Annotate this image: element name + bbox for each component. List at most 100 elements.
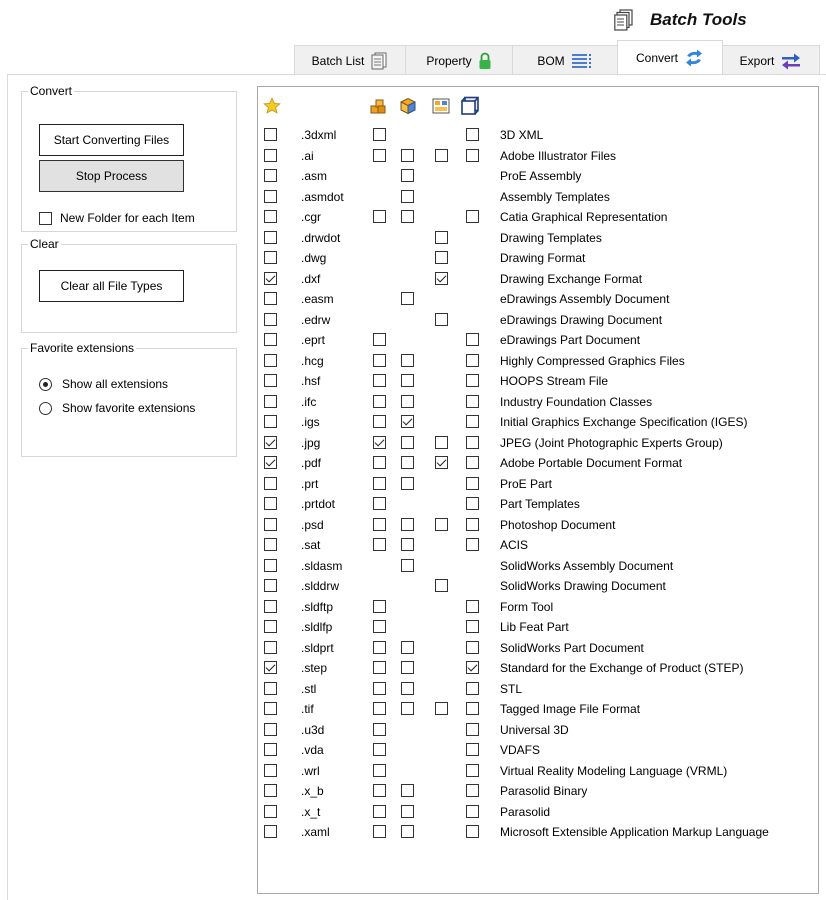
3d-checkbox[interactable] — [466, 743, 479, 756]
favorite-checkbox[interactable] — [264, 722, 277, 736]
favorite-checkbox[interactable] — [264, 558, 277, 572]
file-type-row[interactable]: .wrl Virtual Reality Modeling Language (V… — [258, 761, 818, 782]
favorite-checkbox[interactable] — [264, 435, 277, 449]
drawing-checkbox[interactable] — [435, 230, 448, 244]
3d-checkbox[interactable] — [466, 415, 479, 428]
favorite-checkbox[interactable] — [264, 784, 277, 797]
drawing-checkbox[interactable] — [435, 271, 448, 285]
favorite-checkbox[interactable] — [264, 333, 277, 346]
clear-all-file-types-button[interactable]: Clear all File Types — [39, 270, 184, 302]
favorite-checkbox[interactable] — [264, 148, 277, 162]
assembly-checkbox[interactable] — [373, 415, 386, 428]
3d-checkbox[interactable] — [466, 456, 479, 469]
part-checkbox[interactable] — [401, 394, 414, 408]
favorite-checkbox[interactable] — [264, 538, 277, 551]
favorite-checkbox[interactable] — [264, 579, 277, 592]
file-type-row[interactable]: .step Standard for the Exchange of Produc… — [258, 658, 818, 679]
assembly-checkbox[interactable] — [373, 804, 386, 818]
assembly-checkbox[interactable] — [373, 517, 386, 531]
favorite-checkbox[interactable] — [264, 128, 277, 141]
favorite-checkbox[interactable] — [264, 661, 277, 674]
part-checkbox[interactable] — [401, 415, 414, 428]
part-checkbox[interactable] — [401, 681, 414, 695]
file-type-row[interactable]: .pdf Adobe Portable Document Format — [258, 453, 818, 474]
favorite-checkbox[interactable] — [264, 620, 277, 633]
favorite-checkbox[interactable] — [264, 353, 277, 367]
assembly-checkbox[interactable] — [373, 722, 386, 736]
part-checkbox[interactable] — [401, 825, 414, 838]
3d-checkbox[interactable] — [466, 825, 479, 838]
favorite-checkbox[interactable] — [264, 415, 277, 428]
file-type-row[interactable]: .tif Tagged Image File Format — [258, 699, 818, 720]
favorite-checkbox[interactable] — [264, 763, 277, 777]
part-checkbox[interactable] — [401, 374, 414, 387]
3d-checkbox[interactable] — [466, 497, 479, 510]
new-folder-option[interactable]: New Folder for each Item — [39, 211, 195, 225]
file-type-row[interactable]: .asm ProE Assembly — [258, 166, 818, 187]
part-checkbox[interactable] — [401, 661, 414, 674]
favorite-checkbox[interactable] — [264, 230, 277, 244]
part-checkbox[interactable] — [401, 292, 414, 305]
3d-checkbox[interactable] — [466, 640, 479, 654]
favorite-checkbox[interactable] — [264, 825, 277, 838]
file-type-row[interactable]: .sldasm SolidWorks Assembly Document — [258, 556, 818, 577]
favorite-checkbox[interactable] — [264, 292, 277, 305]
show-favorite-extensions-option[interactable]: Show favorite extensions — [39, 401, 195, 415]
part-checkbox[interactable] — [401, 804, 414, 818]
file-type-row[interactable]: .easm eDrawings Assembly Document — [258, 289, 818, 310]
assembly-checkbox[interactable] — [373, 661, 386, 674]
3d-checkbox[interactable] — [466, 394, 479, 408]
file-type-row[interactable]: .x_b Parasolid Binary — [258, 781, 818, 802]
file-type-row[interactable]: .sldlfp Lib Feat Part — [258, 617, 818, 638]
drawing-checkbox[interactable] — [435, 702, 448, 715]
new-folder-checkbox[interactable] — [39, 211, 52, 225]
3d-checkbox[interactable] — [466, 661, 479, 674]
part-checkbox[interactable] — [401, 210, 414, 223]
favorite-checkbox[interactable] — [264, 251, 277, 264]
3d-checkbox[interactable] — [466, 435, 479, 449]
file-type-row[interactable]: .u3d Universal 3D — [258, 720, 818, 741]
3d-checkbox[interactable] — [466, 702, 479, 715]
drawing-checkbox[interactable] — [435, 579, 448, 592]
part-checkbox[interactable] — [401, 784, 414, 797]
file-type-row[interactable]: .stl STL — [258, 679, 818, 700]
file-type-row[interactable]: .eprt eDrawings Part Document — [258, 330, 818, 351]
part-checkbox[interactable] — [401, 148, 414, 162]
file-type-row[interactable]: .edrw eDrawings Drawing Document — [258, 310, 818, 331]
favorite-checkbox[interactable] — [264, 517, 277, 531]
assembly-checkbox[interactable] — [373, 394, 386, 408]
file-type-row[interactable]: .psd Photoshop Document — [258, 515, 818, 536]
file-type-row[interactable]: .prtdot Part Templates — [258, 494, 818, 515]
tab-property[interactable]: Property — [405, 45, 513, 75]
file-type-row[interactable]: .sldprt SolidWorks Part Document — [258, 638, 818, 659]
assembly-checkbox[interactable] — [373, 620, 386, 633]
assembly-checkbox[interactable] — [373, 743, 386, 756]
favorite-checkbox[interactable] — [264, 599, 277, 613]
assembly-checkbox[interactable] — [373, 148, 386, 162]
assembly-checkbox[interactable] — [373, 599, 386, 613]
file-type-row[interactable]: .drwdot Drawing Templates — [258, 228, 818, 249]
file-type-row[interactable]: .sldftp Form Tool — [258, 597, 818, 618]
3d-checkbox[interactable] — [466, 148, 479, 162]
3d-checkbox[interactable] — [466, 333, 479, 346]
file-type-row[interactable]: .hcg Highly Compressed Graphics Files — [258, 351, 818, 372]
3d-checkbox[interactable] — [466, 763, 479, 777]
favorite-checkbox[interactable] — [264, 169, 277, 182]
drawing-checkbox[interactable] — [435, 148, 448, 162]
assembly-checkbox[interactable] — [373, 476, 386, 490]
file-type-row[interactable]: .vda VDAFS — [258, 740, 818, 761]
assembly-checkbox[interactable] — [373, 640, 386, 654]
favorite-checkbox[interactable] — [264, 702, 277, 715]
assembly-checkbox[interactable] — [373, 456, 386, 469]
tab-batch-list[interactable]: Batch List — [294, 45, 406, 75]
part-checkbox[interactable] — [401, 189, 414, 203]
favorite-checkbox[interactable] — [264, 681, 277, 695]
file-type-row[interactable]: .cgr Catia Graphical Representation — [258, 207, 818, 228]
part-checkbox[interactable] — [401, 640, 414, 654]
file-type-row[interactable]: .dxf Drawing Exchange Format — [258, 269, 818, 290]
3d-checkbox[interactable] — [466, 374, 479, 387]
assembly-checkbox[interactable] — [373, 374, 386, 387]
file-type-row[interactable]: .dwg Drawing Format — [258, 248, 818, 269]
file-type-row[interactable]: .igs Initial Graphics Exchange Specificat… — [258, 412, 818, 433]
favorite-checkbox[interactable] — [264, 497, 277, 510]
